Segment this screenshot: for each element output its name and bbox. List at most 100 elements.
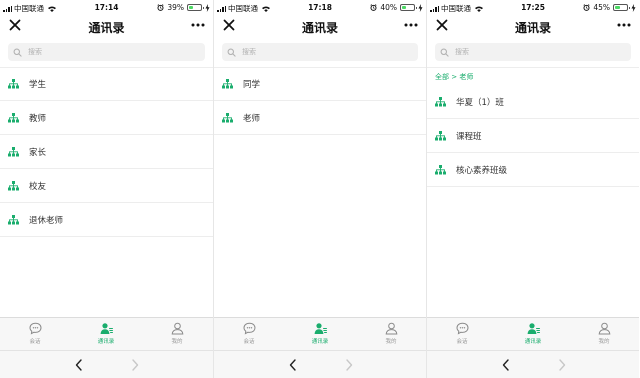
- phone-screen-1: 中国联通 17:14 39% 通讯录 搜索 学生教师家长校友退休老师 会话 通讯录…: [0, 0, 213, 378]
- org-tree-icon: [8, 146, 19, 156]
- list-item[interactable]: 老师: [214, 101, 426, 135]
- org-tree-icon: [8, 112, 19, 122]
- tab-profile[interactable]: 我的: [157, 322, 197, 348]
- forward-arrow-icon[interactable]: [557, 359, 567, 371]
- more-icon[interactable]: [191, 20, 205, 30]
- alarm-icon: [583, 4, 590, 11]
- org-tree-icon: [222, 112, 233, 122]
- breadcrumb[interactable]: 全部 > 老师: [435, 72, 473, 82]
- search-input[interactable]: 搜索: [222, 43, 418, 61]
- forward-arrow-icon[interactable]: [344, 359, 354, 371]
- list-item-label: 课程班: [456, 131, 482, 142]
- tab-bar: 会话 通讯录 我的: [214, 317, 426, 350]
- alarm-icon: [370, 4, 377, 11]
- search-icon: [227, 48, 236, 57]
- more-icon[interactable]: [617, 20, 631, 30]
- search-input[interactable]: 搜索: [8, 43, 205, 61]
- list-item-label: 校友: [29, 181, 47, 192]
- chat-icon: [455, 322, 469, 335]
- org-tree-icon: [435, 96, 446, 106]
- search-placeholder: 搜索: [455, 48, 469, 56]
- three-screen-comparison: 中国联通 17:14 39% 通讯录 搜索 学生 教师 家长 校友 退休老师 会话 通讯录…: [0, 0, 640, 378]
- tab-label: 我的: [598, 339, 610, 345]
- charging-icon: [418, 3, 423, 12]
- status-bar: 中国联通 17:25 45%: [427, 0, 639, 16]
- status-bar: 中国联通 17:14 39%: [0, 0, 213, 16]
- chat-icon: [242, 322, 256, 335]
- tab-chat[interactable]: 会话: [229, 322, 269, 348]
- list-item-label: 学生: [29, 79, 47, 90]
- list-item-label: 老师: [243, 113, 261, 124]
- more-icon[interactable]: [404, 20, 418, 30]
- search-placeholder: 搜索: [28, 48, 42, 56]
- battery-percent: 40%: [380, 3, 397, 12]
- status-right: 39%: [157, 3, 210, 12]
- charging-icon: [205, 3, 210, 12]
- battery-percent: 45%: [593, 3, 610, 12]
- battery-fill: [402, 6, 407, 9]
- tab-label: 我的: [385, 339, 397, 345]
- list-item-label: 教师: [29, 113, 47, 124]
- nav-bar: 通讯录: [214, 16, 426, 38]
- list-item[interactable]: 核心素养班级: [427, 153, 639, 187]
- list-item-label: 核心素养班级: [456, 165, 508, 176]
- tab-chat[interactable]: 会话: [15, 322, 55, 348]
- list-item[interactable]: 华夏（1）班: [427, 85, 639, 119]
- battery-percent: 39%: [167, 3, 184, 12]
- contacts-icon: [527, 323, 540, 334]
- list-item[interactable]: 课程班: [427, 119, 639, 153]
- search-icon: [13, 48, 22, 57]
- tab-profile[interactable]: 我的: [584, 322, 624, 348]
- back-arrow-icon[interactable]: [74, 359, 84, 371]
- status-right: 40%: [370, 3, 423, 12]
- list-item-label: 华夏（1）班: [456, 97, 504, 108]
- page-title: 通讯录: [514, 21, 551, 35]
- profile-icon: [598, 322, 610, 335]
- list-item[interactable]: 退休老师: [0, 203, 213, 237]
- tab-bar: 会话 通讯录 我的: [427, 317, 639, 350]
- list-item-label: 同学: [243, 79, 261, 90]
- tab-profile[interactable]: 我的: [371, 322, 411, 348]
- browser-nav: [214, 350, 426, 378]
- browser-nav: [0, 350, 213, 378]
- list-item[interactable]: 教师: [0, 101, 213, 135]
- search-input[interactable]: 搜索: [435, 43, 631, 61]
- org-tree-icon: [222, 78, 233, 88]
- profile-icon: [385, 322, 397, 335]
- battery-fill: [189, 6, 194, 9]
- tab-contacts[interactable]: 通讯录: [300, 322, 340, 348]
- tab-label: 会话: [456, 339, 468, 345]
- org-tree-icon: [8, 180, 19, 190]
- tab-contacts[interactable]: 通讯录: [513, 322, 553, 348]
- tab-label: 会话: [29, 339, 41, 345]
- tab-contacts[interactable]: 通讯录: [86, 322, 126, 348]
- alarm-icon: [157, 4, 164, 11]
- tab-bar: 会话 通讯录 我的: [0, 317, 213, 350]
- tab-chat[interactable]: 会话: [442, 322, 482, 348]
- back-arrow-icon[interactable]: [501, 359, 511, 371]
- chat-icon: [28, 322, 42, 335]
- contacts-icon: [314, 323, 327, 334]
- forward-arrow-icon[interactable]: [130, 359, 140, 371]
- browser-nav: [427, 350, 639, 378]
- battery-icon: [187, 4, 204, 11]
- list-item[interactable]: 同学: [214, 67, 426, 101]
- org-tree-icon: [435, 130, 446, 140]
- list-item-label: 家长: [29, 147, 47, 158]
- profile-icon: [171, 322, 183, 335]
- back-arrow-icon[interactable]: [288, 359, 298, 371]
- page-title: 通讯录: [301, 21, 338, 35]
- list-item[interactable]: 校友: [0, 169, 213, 203]
- list-divider: [427, 67, 639, 68]
- charging-icon: [631, 3, 636, 12]
- org-tree-icon: [435, 164, 446, 174]
- contacts-icon: [100, 323, 113, 334]
- tab-label: 通讯录: [524, 339, 542, 345]
- list-item[interactable]: 家长: [0, 135, 213, 169]
- tab-label: 我的: [171, 339, 183, 345]
- nav-bar: 通讯录: [0, 16, 213, 38]
- list-item[interactable]: 学生: [0, 67, 213, 101]
- nav-bar: 通讯录: [427, 16, 639, 38]
- list-item-label: 退休老师: [29, 215, 64, 226]
- org-tree-icon: [8, 78, 19, 88]
